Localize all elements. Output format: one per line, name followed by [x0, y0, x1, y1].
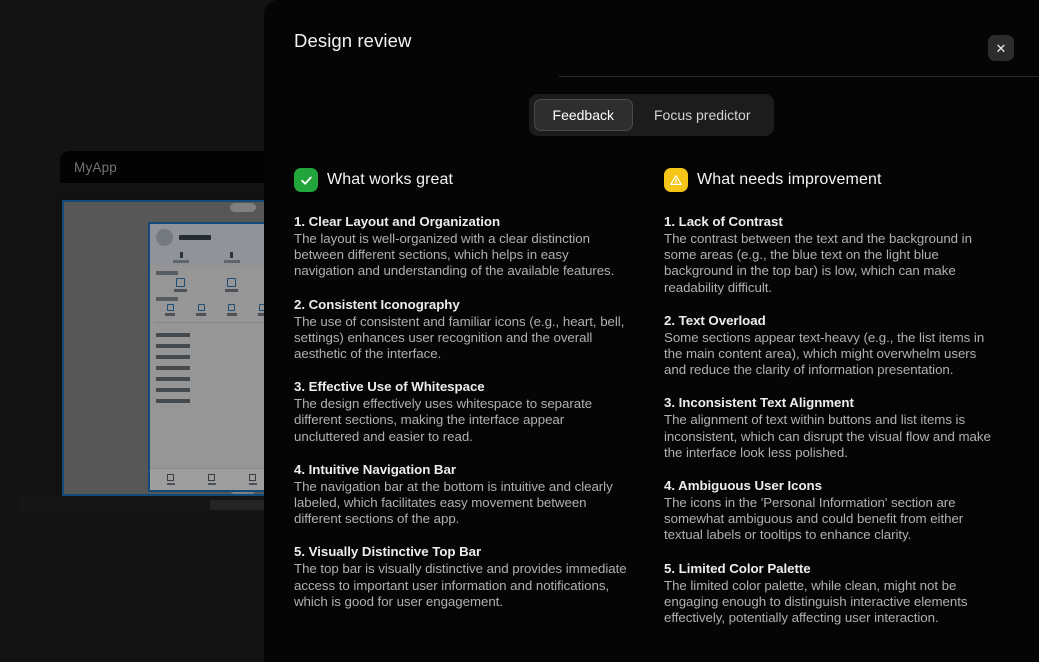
close-icon[interactable]: ✕: [988, 35, 1014, 61]
list-item: 3. Inconsistent Text Alignment The align…: [664, 394, 1001, 461]
item-title: 1. Clear Layout and Organization: [294, 214, 501, 229]
item-body: The design effectively uses whitespace t…: [294, 396, 593, 444]
tab-focus-predictor[interactable]: Focus predictor: [635, 99, 769, 131]
phone-section-label: [156, 297, 178, 301]
item-title: 5. Limited Color Palette: [664, 560, 811, 576]
list-item: 2. Consistent Iconography The use of con…: [294, 296, 631, 363]
column-title: What works great: [327, 171, 454, 188]
item-body: The icons in the 'Personal Information' …: [664, 495, 964, 543]
feedback-columns: What works great 1. Clear Layout and Org…: [264, 136, 1039, 626]
item-body: The navigation bar at the bottom is intu…: [294, 478, 613, 527]
list-item: 5. Limited Color Palette The limited col…: [664, 560, 1001, 627]
column-header: What works great: [294, 168, 631, 192]
phone-stat: [223, 252, 240, 263]
list-item: 1. Lack of Contrast The contrast between…: [664, 213, 1001, 296]
list-item: 5. Visually Distinctive Top Bar The top …: [294, 543, 631, 610]
list-item: 1. Clear Layout and Organization The lay…: [294, 213, 631, 280]
canvas-handle-top: [230, 203, 256, 212]
column-what-works-great: What works great 1. Clear Layout and Org…: [294, 168, 631, 626]
list-item: 3. Effective Use of Whitespace The desig…: [294, 378, 631, 445]
list-item: 4. Ambiguous User Icons The icons in the…: [664, 477, 1001, 544]
phone-grid-item: [165, 304, 176, 316]
tab-group: Feedback Focus predictor: [528, 94, 775, 136]
phone-avatar-icon: [156, 229, 173, 246]
phone-stat: [173, 252, 190, 263]
panel-header: Design review ✕: [264, 0, 1039, 77]
phone-grid-item: [174, 278, 188, 292]
tab-feedback[interactable]: Feedback: [533, 99, 633, 131]
item-title: 1. Lack of Contrast: [664, 214, 783, 229]
list-item: 2. Text Overload Some sections appear te…: [664, 312, 1001, 379]
phone-grid-item: [226, 304, 237, 316]
phone-grid-item: [196, 304, 207, 316]
tabs-container: Feedback Focus predictor: [264, 94, 1039, 136]
phone-nav-item: [166, 474, 175, 485]
column-what-needs-improvement: What needs improvement 1. Lack of Contra…: [664, 168, 1001, 626]
design-review-panel: Design review ✕ Feedback Focus predictor: [264, 0, 1039, 662]
item-body: The use of consistent and familiar icons…: [294, 313, 625, 362]
column-header: What needs improvement: [664, 168, 1001, 192]
item-title: 4. Intuitive Navigation Bar: [294, 461, 456, 477]
item-body: The alignment of text within buttons and…: [664, 412, 991, 460]
warning-triangle-icon: [664, 168, 688, 192]
item-title: 2. Consistent Iconography: [294, 296, 460, 312]
column-title: What needs improvement: [697, 171, 882, 188]
item-body: The contrast between the text and the ba…: [664, 231, 972, 295]
page-title: Design review: [294, 30, 412, 51]
item-title: 2. Text Overload: [664, 312, 766, 328]
screen: MyApp Design review ✕ Feedback Focus pre…: [0, 0, 1039, 662]
check-circle-icon: [294, 168, 318, 192]
item-body: The limited color palette, while clean, …: [664, 577, 968, 626]
item-title: 3. Effective Use of Whitespace: [294, 379, 485, 395]
header-divider: [559, 76, 1039, 77]
phone-section-label: [156, 271, 178, 275]
list-item: 4. Intuitive Navigation Bar The navigati…: [294, 461, 631, 528]
item-title: 4. Ambiguous User Icons: [664, 478, 822, 494]
phone-nav-item: [248, 474, 257, 485]
item-body: The top bar is visually distinctive and …: [294, 561, 627, 609]
mock-app-title: MyApp: [74, 159, 118, 175]
phone-username: [179, 235, 211, 240]
phone-grid-item: [225, 278, 239, 292]
item-body: Some sections appear text-heavy (e.g., t…: [664, 329, 985, 378]
item-title: 5. Visually Distinctive Top Bar: [294, 544, 482, 560]
phone-nav-item: [207, 474, 216, 485]
item-body: The layout is well-organized with a clea…: [294, 231, 615, 279]
item-title: 3. Inconsistent Text Alignment: [664, 395, 854, 411]
